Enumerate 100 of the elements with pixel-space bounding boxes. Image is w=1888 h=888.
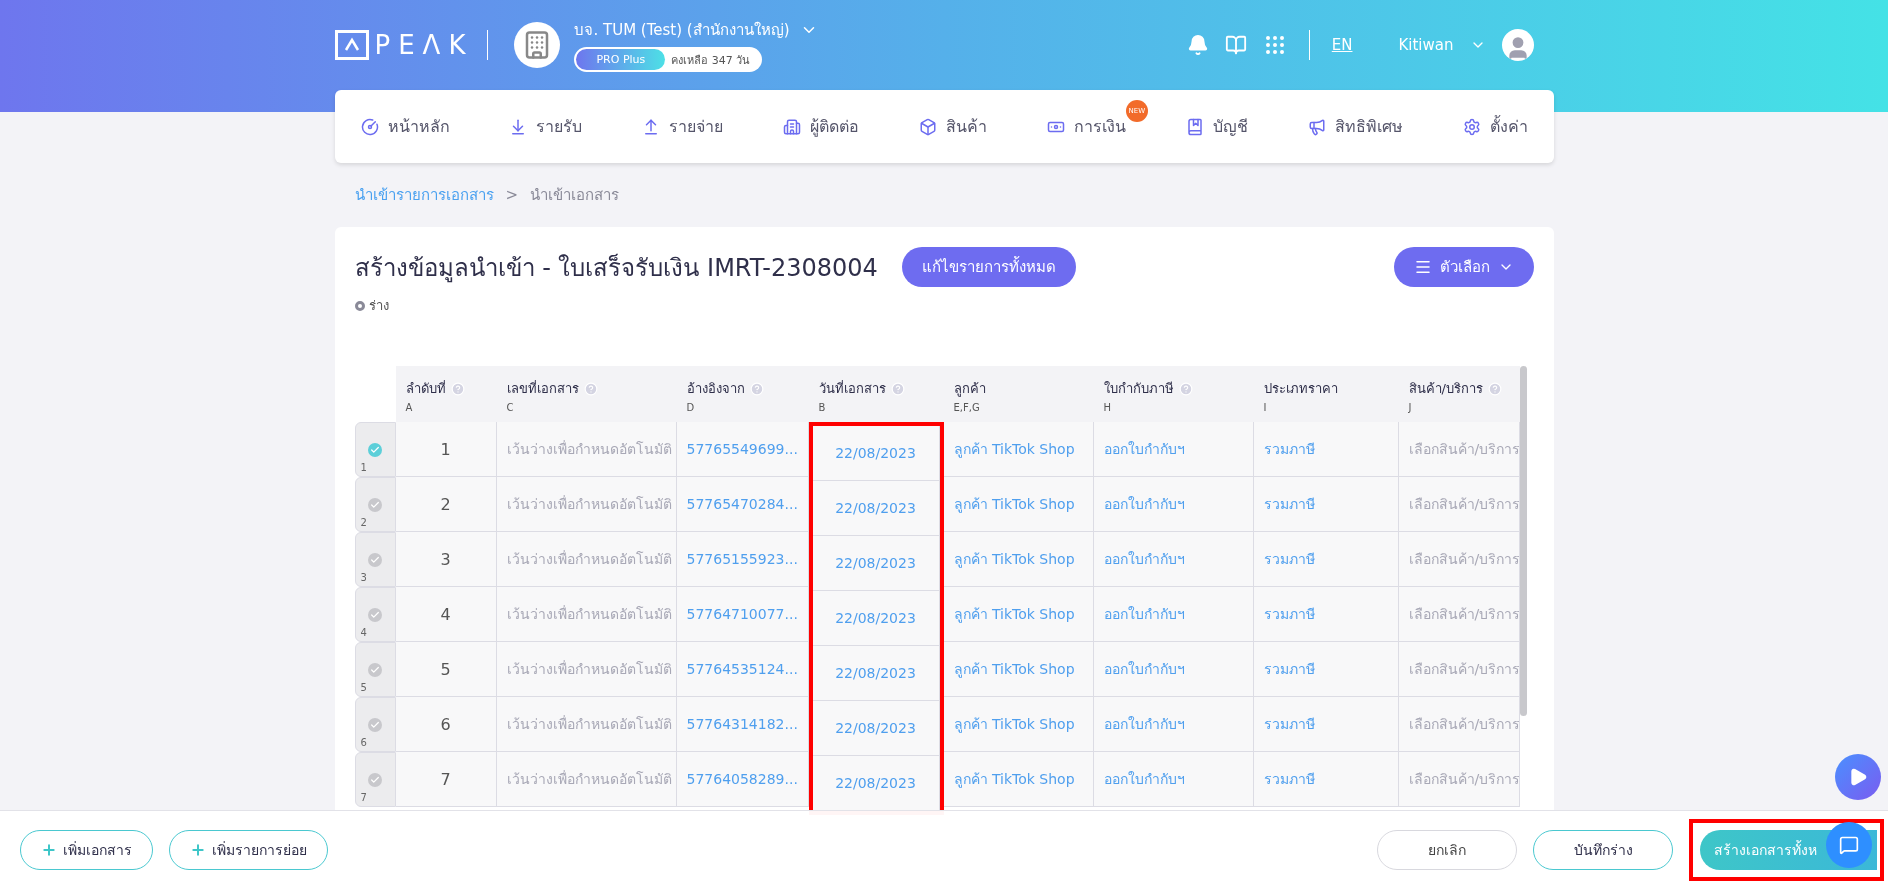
table-cell[interactable]: ออกใบกำกับฯ (1093, 532, 1254, 587)
help-icon[interactable] (1178, 381, 1193, 396)
column-letter: I (1263, 402, 1268, 413)
row-handle[interactable]: 2 (354, 477, 396, 532)
row-handle[interactable]: 7 (354, 752, 396, 807)
table-cell[interactable]: 57764314182... (676, 697, 809, 752)
table-cell[interactable]: เว้นว่างเพื่อกำหนดอัตโนมัติ (496, 752, 677, 807)
table-cell[interactable]: 22/08/2023 (812, 481, 940, 536)
nav-item[interactable]: สิทธิพิเศษ (1307, 114, 1403, 139)
company-avatar[interactable] (514, 22, 561, 68)
check-icon[interactable] (368, 607, 382, 622)
table-cell[interactable]: 22/08/2023 (812, 646, 940, 701)
help-icon[interactable] (890, 381, 905, 396)
play-button[interactable] (1835, 754, 1881, 800)
help-icon[interactable] (450, 381, 465, 396)
row-number: 6 (360, 737, 367, 748)
row-handle[interactable]: 1 (354, 422, 396, 477)
table-cell[interactable]: 57765470284... (676, 477, 809, 532)
table-cell[interactable]: รวมภาษี (1253, 752, 1399, 807)
check-icon[interactable] (368, 497, 382, 512)
table-cell[interactable]: 57765155923... (676, 532, 809, 587)
column-title: วันที่เอกสาร (818, 379, 886, 398)
table-cell[interactable]: รวมภาษี (1253, 422, 1399, 477)
table-cell[interactable]: รวมภาษี (1253, 642, 1399, 697)
table-cell[interactable]: เว้นว่างเพื่อกำหนดอัตโนมัติ (496, 532, 677, 587)
column-letter: A (405, 402, 414, 413)
column-title: ใบกำกับภาษี (1103, 380, 1174, 398)
table-cell[interactable]: ลูกค้า TikTok Shop (943, 752, 1094, 807)
table-cell[interactable]: 57764535124... (676, 642, 809, 697)
add-button[interactable]: เพิ่มเอกสาร (20, 829, 153, 870)
table-cell[interactable]: เว้นว่างเพื่อกำหนดอัตโนมัติ (496, 477, 677, 532)
row-handle[interactable]: 6 (354, 697, 396, 752)
nav-item[interactable]: การเงิน (1046, 114, 1126, 139)
table-cell[interactable]: ลูกค้า TikTok Shop (943, 642, 1094, 697)
table-cell[interactable]: เว้นว่างเพื่อกำหนดอัตโนมัติ (496, 697, 677, 752)
box-icon (919, 117, 937, 136)
table-cell[interactable]: ลูกค้า TikTok Shop (943, 587, 1094, 642)
nav-item[interactable]: สินค้า (919, 114, 987, 139)
nav-item[interactable]: หน้าหลัก (360, 114, 450, 139)
check-icon[interactable] (368, 662, 382, 677)
nav-item[interactable]: รายจ่าย (642, 114, 724, 139)
table-cell[interactable]: 22/08/2023 (812, 701, 940, 756)
table-cell[interactable]: รวมภาษี (1253, 477, 1399, 532)
table-cell[interactable]: รวมภาษี (1253, 587, 1399, 642)
table-cell[interactable]: ออกใบกำกับฯ (1093, 642, 1254, 697)
row-handle[interactable]: 3 (354, 532, 396, 587)
table-cell[interactable]: เว้นว่างเพื่อกำหนดอัตโนมัติ (496, 587, 677, 642)
table-cell[interactable]: 22/08/2023 (812, 591, 940, 646)
table-cell[interactable]: 57764058289... (676, 752, 809, 807)
table-cell[interactable]: ออกใบกำกับฯ (1093, 752, 1254, 807)
cancel-button[interactable]: ยกเลิก (1377, 829, 1517, 870)
plus-icon (41, 841, 57, 858)
help-book-icon[interactable] (1224, 34, 1247, 56)
add-button[interactable]: เพิ่มรายการย่อย (169, 829, 328, 870)
help-icon[interactable] (749, 381, 764, 396)
table-cell[interactable]: 22/08/2023 (812, 536, 940, 591)
user-name[interactable]: Kitiwan (1398, 36, 1454, 54)
table-cell[interactable]: 57765549699... (676, 422, 809, 477)
check-icon[interactable] (368, 717, 382, 732)
table-cell[interactable]: 22/08/2023 (812, 756, 940, 811)
table-cell[interactable]: ออกใบกำกับฯ (1093, 587, 1254, 642)
table-cell[interactable]: ออกใบกำกับฯ (1093, 422, 1254, 477)
table-cell: 4 (395, 587, 497, 642)
check-icon[interactable] (368, 442, 382, 457)
table-cell[interactable]: ลูกค้า TikTok Shop (943, 697, 1094, 752)
save-draft-button[interactable]: บันทึกร่าง (1533, 829, 1673, 870)
edit-all-button[interactable]: แก้ไขรายการทั้งหมด (901, 247, 1076, 287)
table-cell[interactable]: ลูกค้า TikTok Shop (943, 532, 1094, 587)
book-icon (1185, 117, 1204, 136)
nav-item[interactable]: ตั้งค่า (1462, 114, 1528, 139)
bell-icon[interactable] (1186, 34, 1209, 56)
breadcrumb-link[interactable]: นำเข้ารายการเอกสาร (354, 183, 494, 207)
column-letter: B (818, 402, 827, 413)
help-icon[interactable] (583, 381, 598, 396)
row-handle[interactable]: 5 (354, 642, 396, 697)
table-cell[interactable]: 22/08/2023 (812, 426, 940, 481)
company-name[interactable]: บจ. TUM (Test) (สำนักงานใหญ่) (574, 18, 790, 42)
table-cell: 1 (395, 422, 497, 477)
table-cell[interactable]: ลูกค้า TikTok Shop (943, 422, 1094, 477)
nav-item[interactable]: ผู้ติดต่อ (783, 114, 860, 139)
check-icon[interactable] (368, 552, 382, 567)
user-avatar[interactable] (1501, 29, 1534, 61)
table-cell[interactable]: ออกใบกำกับฯ (1093, 477, 1254, 532)
table-cell[interactable]: 57764710077... (676, 587, 809, 642)
table-cell[interactable]: ลูกค้า TikTok Shop (943, 477, 1094, 532)
row-handle[interactable]: 4 (354, 587, 396, 642)
help-icon[interactable] (1487, 381, 1502, 396)
scrollbar[interactable] (1519, 366, 1527, 716)
settings-icon (1462, 117, 1481, 136)
nav-item[interactable]: รายรับ (509, 114, 583, 139)
check-icon[interactable] (368, 772, 382, 787)
breadcrumb-text: นำเข้าเอกสาร (530, 185, 620, 206)
table-cell[interactable]: ออกใบกำกับฯ (1093, 697, 1254, 752)
table-cell[interactable]: เว้นว่างเพื่อกำหนดอัตโนมัติ (496, 642, 677, 697)
options-button[interactable]: ตัวเลือก (1393, 247, 1534, 287)
table-cell[interactable]: รวมภาษี (1253, 532, 1399, 587)
language-link[interactable]: EN (1331, 36, 1353, 54)
table-cell[interactable]: รวมภาษี (1253, 697, 1399, 752)
table-cell[interactable]: เว้นว่างเพื่อกำหนดอัตโนมัติ (496, 422, 677, 477)
nav-item[interactable]: บัญชี (1185, 114, 1248, 139)
